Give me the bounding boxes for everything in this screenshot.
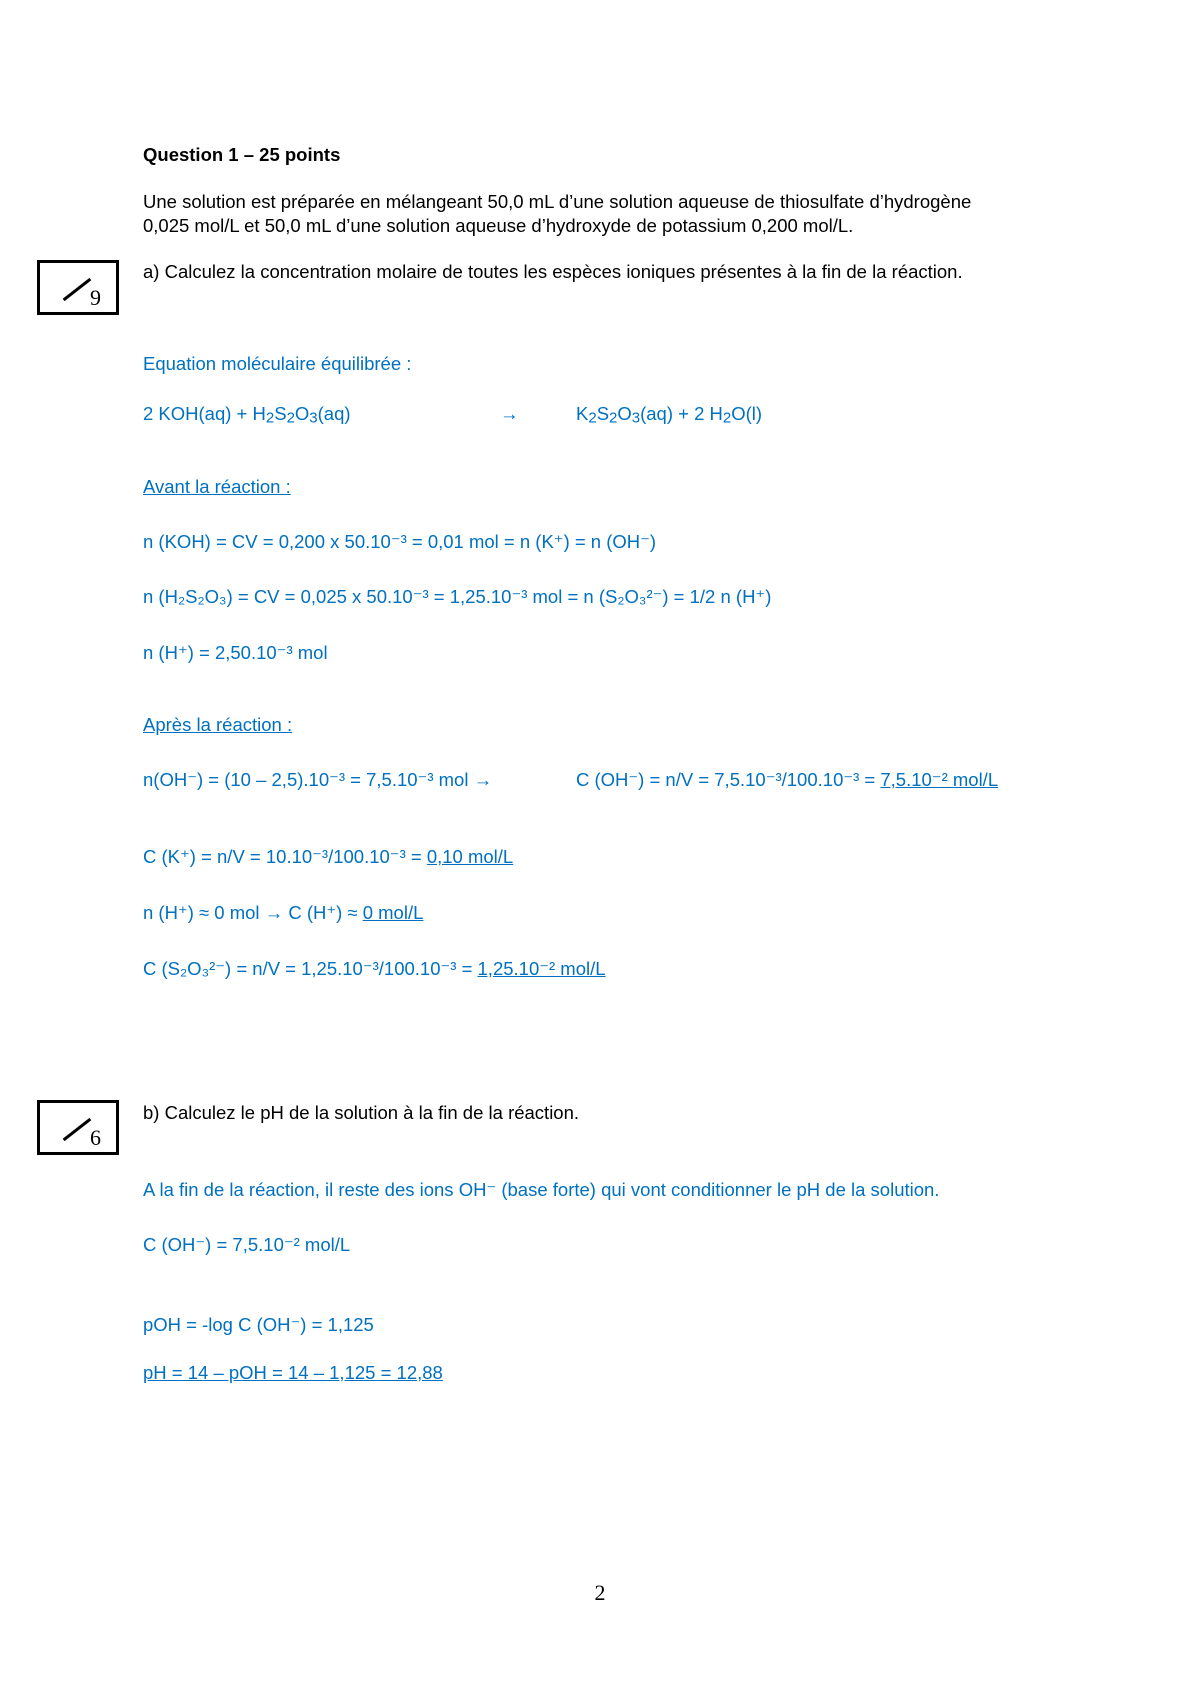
part-b-ph-result: pH = 14 – pOH = 14 – 1,125 = 12,88: [143, 1362, 443, 1383]
part-b-explanation: A la fin de la réaction, il reste des io…: [143, 1179, 940, 1200]
before-h2s2o3-line: n (H₂S₂O₃) = CV = 0,025 x 50.10⁻³ = 1,25…: [143, 586, 772, 607]
s2o3-conc-formula: C (S₂O₃²⁻) = n/V = 1,25.10⁻³/100.10⁻³ =: [143, 958, 478, 979]
k-conc-formula: C (K⁺) = n/V = 10.10⁻³/100.10⁻³ =: [143, 846, 427, 867]
s2o3-conc-result: 1,25.10⁻² mol/L: [477, 958, 606, 979]
part-b-poh: pOH = -log C (OH⁻) = 1,125: [143, 1314, 374, 1335]
before-h-plus-line: n (H⁺) = 2,50.10⁻³ mol: [143, 642, 328, 663]
after-h-conc-line: n (H⁺) ≈ 0 mol → C (H⁺) ≈ 0 mol/L: [143, 901, 423, 925]
h-conc-result: 0 mol/L: [362, 902, 424, 923]
before-reaction-heading: Avant la réaction :: [143, 476, 291, 497]
part-b-c-oh: C (OH⁻) = 7,5.10⁻² mol/L: [143, 1234, 351, 1255]
part-b-prompt: b) Calculez le pH de la solution à la fi…: [143, 1102, 580, 1123]
equation-heading: Equation moléculaire équilibrée :: [143, 353, 412, 374]
after-reaction-heading: Après la réaction :: [143, 714, 293, 735]
k-conc-result: 0,10 mol/L: [426, 846, 514, 867]
after-oh-conc-line: C (OH⁻) = n/V = 7,5.10⁻³/100.10⁻³ = 7,5.…: [576, 768, 998, 792]
score-box-part-b: 6: [37, 1100, 119, 1155]
question-title: Question 1 – 25 points: [143, 144, 341, 165]
equation-right: K2S2O3(aq) + 2 H2O(l): [576, 403, 763, 427]
before-koh-line: n (KOH) = CV = 0,200 x 50.10⁻³ = 0,01 mo…: [143, 531, 657, 552]
slash-icon: [62, 277, 92, 302]
part-a-prompt: a) Calculez la concentration molaire de …: [143, 261, 963, 282]
after-oh-moles-line: n(OH⁻) = (10 – 2,5).10⁻³ = 7,5.10⁻³ mol …: [143, 769, 493, 790]
score-max-part-a: 9: [90, 285, 101, 310]
after-s2o3-conc-line: C (S₂O₃²⁻) = n/V = 1,25.10⁻³/100.10⁻³ = …: [143, 957, 606, 981]
h-conc-formula: n (H⁺) ≈ 0 mol → C (H⁺) ≈: [143, 902, 363, 923]
after-k-conc-line: C (K⁺) = n/V = 10.10⁻³/100.10⁻³ = 0,10 m…: [143, 845, 513, 869]
equation-arrow: →: [500, 403, 519, 424]
oh-conc-result: 7,5.10⁻² mol/L: [880, 769, 999, 790]
score-box-part-a: 9: [37, 260, 119, 315]
equation-left: 2 KOH(aq) + H2S2O3(aq): [143, 403, 351, 427]
question-intro-line-1: Une solution est préparée en mélangeant …: [143, 191, 972, 212]
slash-icon: [62, 1117, 92, 1142]
page-number: 2: [594, 1580, 606, 1605]
score-max-part-b: 6: [90, 1125, 101, 1150]
oh-conc-formula: C (OH⁻) = n/V = 7,5.10⁻³/100.10⁻³ =: [576, 769, 881, 790]
question-intro-line-2: 0,025 mol/L et 50,0 mL d’une solution aq…: [143, 215, 854, 236]
